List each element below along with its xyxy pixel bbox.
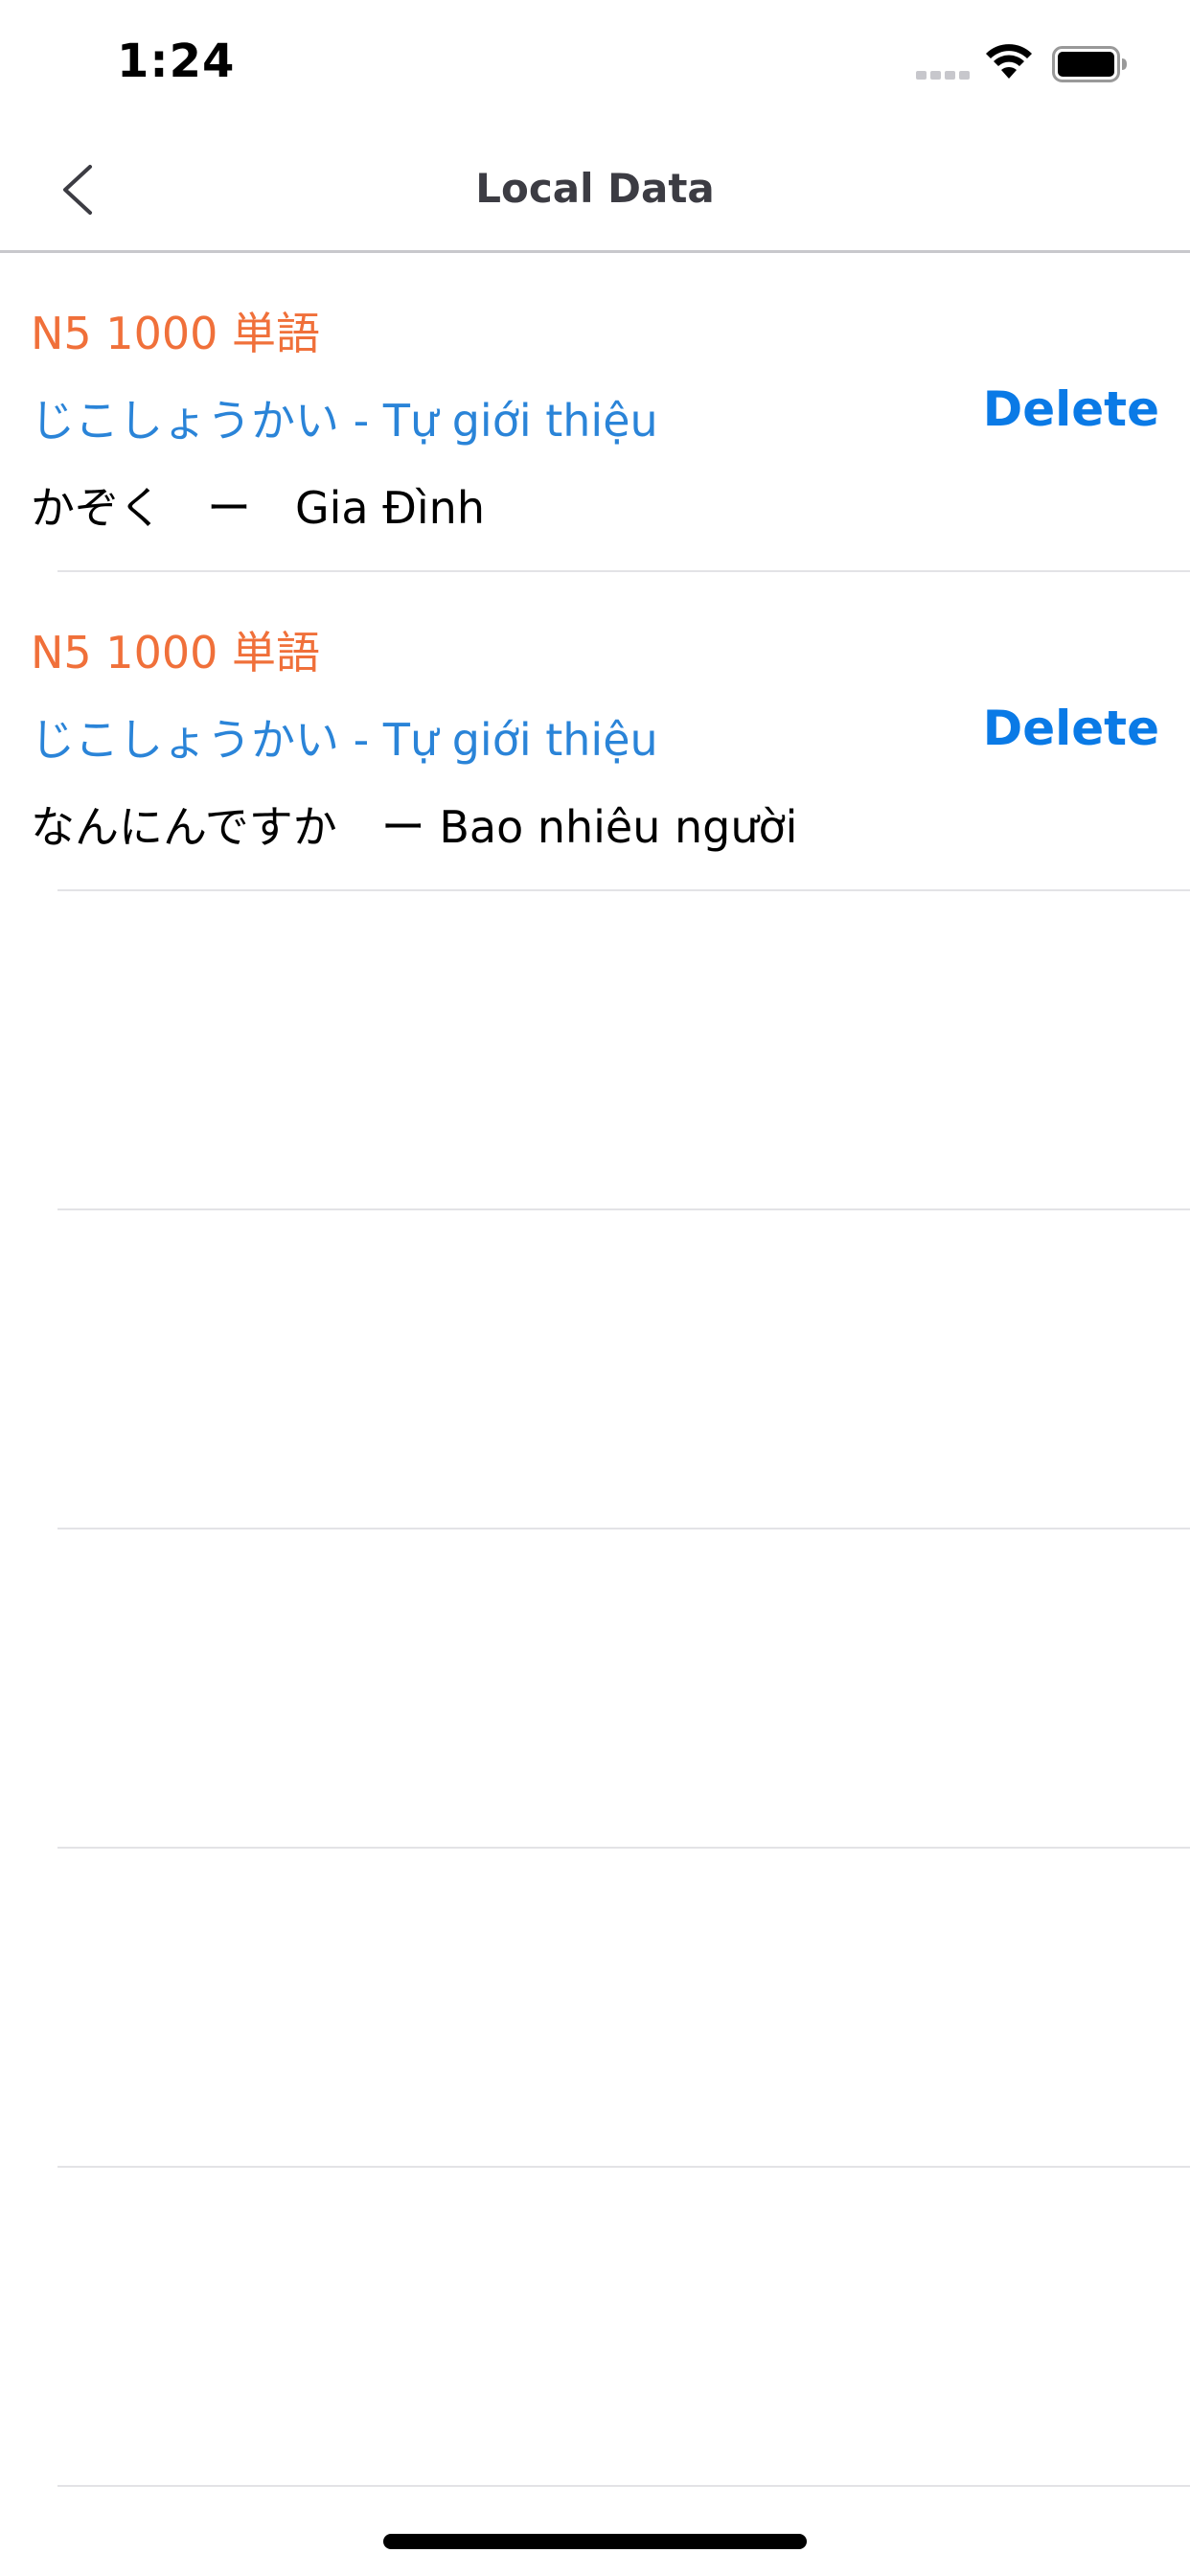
wifi-icon bbox=[986, 44, 1032, 79]
empty-list-row bbox=[0, 2168, 1190, 2487]
vocabulary-word: なんにんですか ー Bao nhiêu người bbox=[31, 801, 798, 853]
category-label: N5 1000 単語 bbox=[31, 308, 320, 359]
empty-list-row bbox=[0, 1210, 1190, 1530]
battery-icon bbox=[1052, 46, 1127, 82]
list-item: N5 1000 単語 じこしょうかい - Tự giới thiệu Delet… bbox=[0, 572, 1190, 891]
cellular-signal-icon bbox=[916, 71, 970, 80]
empty-list-row bbox=[0, 891, 1190, 1210]
status-bar: 1:24 bbox=[0, 0, 1190, 126]
list-item: N5 1000 単語 じこしょうかい - Tự giới thiệu Delet… bbox=[0, 253, 1190, 572]
local-data-list: N5 1000 単語 じこしょうかい - Tự giới thiệu Delet… bbox=[0, 253, 1190, 2487]
lesson-label: じこしょうかい - Tự giới thiệu bbox=[31, 714, 658, 766]
category-label: N5 1000 単語 bbox=[31, 627, 320, 678]
lesson-label: じこしょうかい - Tự giới thiệu bbox=[31, 395, 658, 447]
page-title: Local Data bbox=[475, 165, 715, 212]
empty-list-row bbox=[0, 1530, 1190, 1849]
delete-button[interactable]: Delete bbox=[983, 701, 1159, 756]
navigation-bar: Local Data bbox=[0, 126, 1190, 253]
empty-list-row bbox=[0, 1849, 1190, 2168]
status-time: 1:24 bbox=[117, 34, 236, 88]
home-indicator[interactable] bbox=[383, 2534, 807, 2549]
vocabulary-word: かぞく ー Gia Đình bbox=[31, 482, 485, 534]
delete-button[interactable]: Delete bbox=[983, 381, 1159, 437]
